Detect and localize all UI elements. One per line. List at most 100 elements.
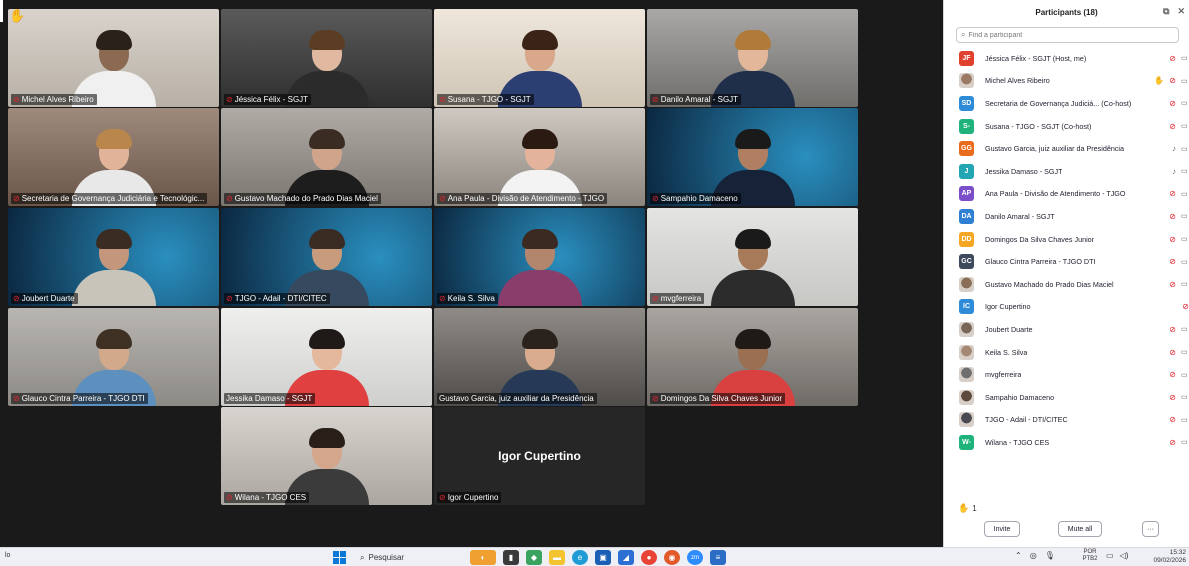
chevron-up-icon[interactable]: ⌃ [1015, 551, 1022, 560]
mic-muted-icon[interactable]: ⊘ [1169, 99, 1176, 108]
windows-start-icon[interactable] [333, 551, 346, 564]
file-explorer-icon[interactable]: ▬ [549, 550, 565, 565]
video-tile[interactable]: Gustavo Garcia, juiz auxiliar da Presidê… [434, 308, 645, 406]
edge-browser-icon[interactable]: e [572, 550, 588, 565]
participant-row[interactable]: Gustavo Machado do Prado Dias Maciel ⊘ ▭ [944, 273, 1189, 296]
video-tile[interactable]: Igor Cupertino ⊘ Igor Cupertino [434, 407, 645, 505]
mic-muted-icon[interactable]: ⊘ [1169, 280, 1176, 289]
video-tile[interactable]: ⊘ Keila S. Silva [434, 208, 645, 306]
video-tile[interactable]: ⊘ Susana - TJGO - SGJT [434, 9, 645, 107]
more-options-button[interactable]: ··· [1142, 521, 1159, 537]
participant-row[interactable]: Michel Alves Ribeiro ✋ ⊘ ▭ [944, 70, 1189, 93]
mic-muted-icon[interactable]: ⊘ [1169, 438, 1176, 447]
video-tile[interactable]: ⊘ Gustavo Machado do Prado Dias Maciel [221, 108, 432, 206]
mic-muted-icon[interactable]: ⊘ [1169, 189, 1176, 198]
mic-muted-icon[interactable]: ⊘ [1169, 76, 1176, 85]
participant-row[interactable]: TJGO - Adail - DTI/CITEC ⊘ ▭ [944, 409, 1189, 432]
participant-row[interactable]: DD Domingos Da Silva Chaves Junior ⊘ ▭ [944, 228, 1189, 251]
participant-search[interactable]: ⌕ [956, 27, 1179, 43]
app-icon[interactable]: ◢ [618, 550, 634, 565]
video-tile[interactable]: ⊘ Jéssica Félix - SGJT [221, 9, 432, 107]
app-icon[interactable]: ◉ [664, 550, 680, 565]
clock[interactable]: 15:32 09/02/2026 [1142, 549, 1186, 565]
participant-row[interactable]: Joubert Duarte ⊘ ▭ [944, 318, 1189, 341]
participant-row[interactable]: SD Secretaria de Governança Judiciá... (C… [944, 92, 1189, 115]
participant-row[interactable]: S- Susana - TJGO - SGJT (Co-host) ⊘ ▭ [944, 115, 1189, 138]
participant-row[interactable]: GC Glauco Cintra Parreira - TJGO DTI ⊘ ▭ [944, 250, 1189, 273]
video-tile[interactable]: ⊘ Michel Alves Ribeiro [8, 9, 219, 107]
camera-icon[interactable]: ▭ [1181, 416, 1189, 424]
task-view-icon[interactable]: ▮ [503, 550, 519, 565]
language-indicator[interactable]: POR PTB2 [1079, 549, 1101, 563]
participant-row[interactable]: mvgferreira ⊘ ▭ [944, 363, 1189, 386]
video-tile[interactable]: ⊘ Wilana - TJGO CES [221, 407, 432, 505]
participant-row[interactable]: Keila S. Silva ⊘ ▭ [944, 341, 1189, 364]
microphone-icon[interactable]: 🎙 [1045, 551, 1055, 560]
mute-all-button[interactable]: Mute all [1058, 521, 1102, 537]
mic-muted-icon[interactable]: ⊘ [1169, 393, 1176, 402]
mic-muted-icon[interactable]: ⊘ [1169, 348, 1176, 357]
video-tile[interactable]: ⊘ Danilo Amaral - SGJT [647, 9, 858, 107]
camera-icon[interactable]: ▭ [1181, 371, 1189, 379]
close-icon[interactable]: ✕ [1177, 6, 1185, 17]
mic-muted-icon[interactable]: ⊘ [1169, 325, 1176, 334]
video-tile[interactable]: ⊘ TJGO - Adail - DTI/CITEC [221, 208, 432, 306]
widgets-icon[interactable]: ◐ [470, 550, 496, 565]
video-tile[interactable]: ⊘ mvgferreira [647, 208, 858, 306]
raised-hands-summary[interactable]: ✋ 1 [958, 503, 977, 514]
camera-icon[interactable]: ▭ [1181, 393, 1189, 401]
volume-icon[interactable]: ◁) [1120, 551, 1129, 560]
mic-muted-icon[interactable]: ⊘ [1169, 235, 1176, 244]
camera-icon[interactable]: ▭ [1181, 145, 1189, 153]
camera-icon[interactable]: ▭ [1181, 122, 1189, 130]
video-tile[interactable]: ⊘ Ana Paula - Divisão de Atendimento - TJ… [434, 108, 645, 206]
participant-row[interactable]: Sampahio Damaceno ⊘ ▭ [944, 386, 1189, 409]
camera-icon[interactable]: ▭ [1181, 235, 1189, 243]
video-tile[interactable]: ⊘ Secretaria de Governança Judiciária e T… [8, 108, 219, 206]
camera-icon[interactable]: ▭ [1181, 348, 1189, 356]
participant-row[interactable]: AP Ana Paula - Divisão de Atendimento - T… [944, 183, 1189, 206]
invite-button[interactable]: Invite [984, 521, 1020, 537]
participant-row[interactable]: JF Jéssica Félix - SGJT (Host, me) ⊘ ▭ [944, 47, 1189, 70]
participant-row[interactable]: J Jessika Damaso - SGJT ♪ ▭ [944, 160, 1189, 183]
mic-muted-icon[interactable]: ⊘ [1169, 415, 1176, 424]
chrome-icon[interactable]: ● [641, 550, 657, 565]
video-tile[interactable]: ⊘ Domingos Da Silva Chaves Junior [647, 308, 858, 406]
store-icon[interactable]: ▣ [595, 550, 611, 565]
mic-muted-icon[interactable]: ⊘ [1169, 54, 1176, 63]
camera-icon[interactable]: ▭ [1181, 54, 1189, 62]
taskbar-search[interactable]: ⌕ Pesquisar [360, 550, 450, 565]
camera-icon[interactable]: ▭ [1181, 99, 1189, 107]
zoom-icon[interactable]: zm [687, 550, 703, 565]
participant-row[interactable]: W- Wilana - TJGO CES ⊘ ▭ [944, 431, 1189, 454]
camera-icon[interactable]: ▭ [1181, 212, 1189, 220]
camera-icon[interactable]: ▭ [1181, 258, 1189, 266]
camera-icon[interactable]: ▭ [1181, 280, 1189, 288]
participant-row[interactable]: DA Danilo Amaral - SGJT ⊘ ▭ [944, 205, 1189, 228]
camera-icon[interactable]: ▭ [1181, 438, 1189, 446]
display-icon[interactable]: ▭ [1106, 551, 1114, 560]
video-tile[interactable]: ⊘ Joubert Duarte [8, 208, 219, 306]
notepad-icon[interactable]: ≡ [710, 550, 726, 565]
camera-icon[interactable]: ▭ [1181, 77, 1189, 85]
search-input[interactable] [968, 31, 1149, 39]
video-tile[interactable]: ⊘ Glauco Cintra Parreira - TJGO DTI [8, 308, 219, 406]
video-tile[interactable]: ⊘ Sampahio Damaceno [647, 108, 858, 206]
popout-icon[interactable]: ⧉ [1163, 6, 1169, 17]
mic-muted-icon[interactable]: ⊘ [1169, 122, 1176, 131]
mic-on-icon[interactable]: ♪ [1172, 144, 1176, 153]
mic-muted-icon[interactable]: ⊘ [1169, 257, 1176, 266]
video-tile[interactable]: Jessika Damaso - SGJT [221, 308, 432, 406]
mic-muted-icon[interactable]: ⊘ [1169, 370, 1176, 379]
camera-icon[interactable]: ▭ [1181, 325, 1189, 333]
network-icon[interactable]: ◎ [1030, 551, 1037, 560]
app-icon[interactable]: ◆ [526, 550, 542, 565]
mic-on-icon[interactable]: ♪ [1172, 167, 1176, 176]
participant-row[interactable]: GG Gustavo Garcia, juiz auxiliar da Presi… [944, 137, 1189, 160]
participant-row[interactable]: IC Igor Cupertino ⊘ [944, 296, 1189, 319]
mic-muted-icon[interactable]: ⊘ [1182, 302, 1189, 311]
avatar [959, 367, 974, 383]
mic-muted-icon[interactable]: ⊘ [1169, 212, 1176, 221]
camera-icon[interactable]: ▭ [1181, 167, 1189, 175]
camera-icon[interactable]: ▭ [1181, 190, 1189, 198]
